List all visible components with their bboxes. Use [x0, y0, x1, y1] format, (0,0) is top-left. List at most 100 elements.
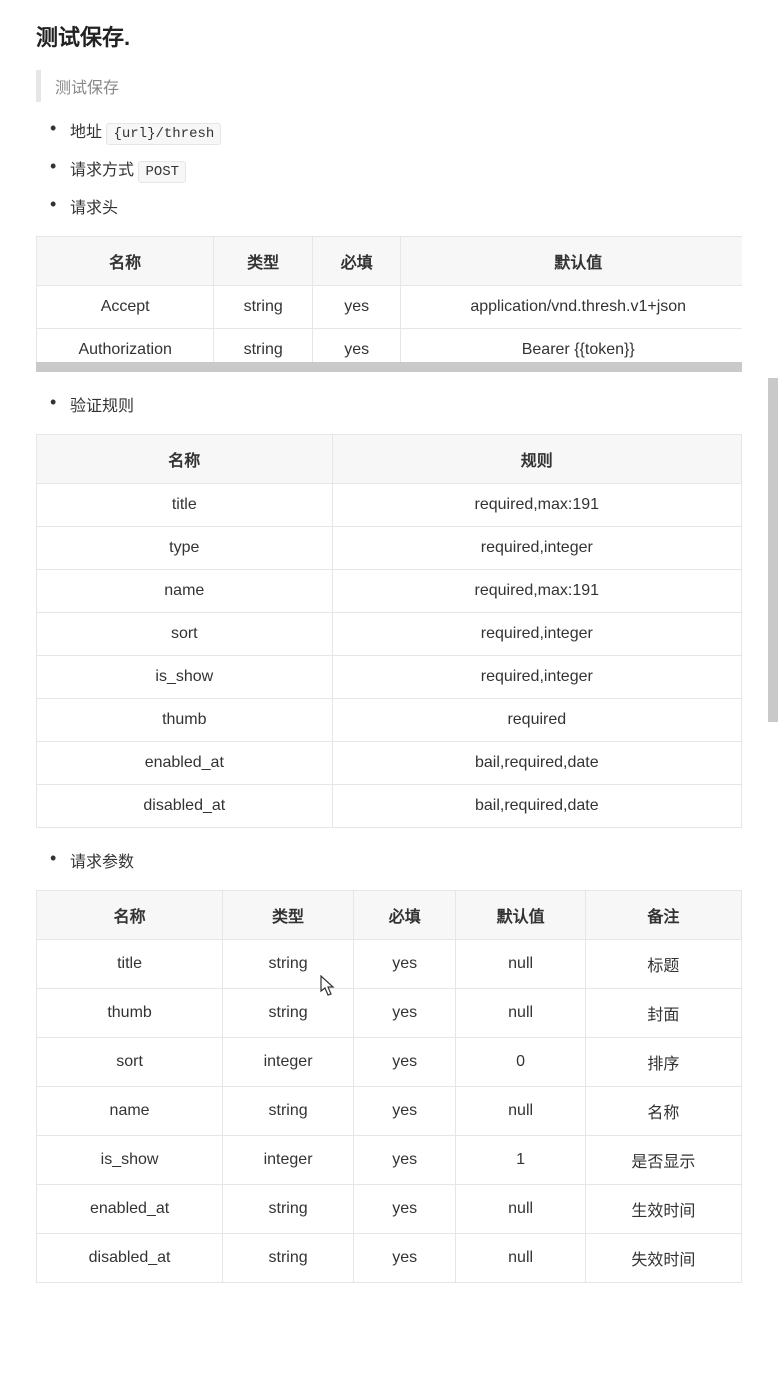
- meta-method-label: 请求方式: [70, 162, 134, 179]
- table-cell: required,integer: [332, 527, 741, 570]
- table-cell: Bearer {{token}}: [401, 329, 742, 372]
- table-cell: 封面: [585, 989, 741, 1038]
- table-cell: sort: [37, 1038, 223, 1087]
- table-cell: type: [37, 527, 333, 570]
- table-header-cell: 规则: [332, 435, 741, 484]
- meta-list-3: 请求参数: [36, 848, 742, 872]
- table-cell: title: [37, 484, 333, 527]
- page-quote: 测试保存: [36, 70, 742, 102]
- meta-method-code: POST: [138, 161, 186, 183]
- table-cell: yes: [353, 1234, 455, 1283]
- headers-table-wrap[interactable]: 名称类型必填默认值 Acceptstringyesapplication/vnd.…: [36, 236, 742, 372]
- table-cell: bail,required,date: [332, 742, 741, 785]
- table-cell: title: [37, 940, 223, 989]
- table-header-cell: 类型: [214, 237, 313, 286]
- table-cell: name: [37, 1087, 223, 1136]
- meta-address-code: {url}/thresh: [106, 123, 221, 145]
- table-row: titlerequired,max:191: [37, 484, 742, 527]
- table-cell: 0: [456, 1038, 585, 1087]
- table-cell: required,max:191: [332, 570, 741, 613]
- table-cell: thumb: [37, 989, 223, 1038]
- table-cell: 是否显示: [585, 1136, 741, 1185]
- table-cell: is_show: [37, 1136, 223, 1185]
- meta-rules-label: 验证规则: [70, 398, 134, 415]
- meta-headers: 请求头: [44, 194, 742, 218]
- table-cell: 1: [456, 1136, 585, 1185]
- table-cell: Accept: [37, 286, 214, 329]
- vertical-scrollbar-thumb[interactable]: [768, 378, 778, 722]
- table-row: is_showrequired,integer: [37, 656, 742, 699]
- table-header-cell: 默认值: [401, 237, 742, 286]
- table-row: disabled_atbail,required,date: [37, 785, 742, 828]
- table-cell: 生效时间: [585, 1185, 741, 1234]
- table-cell: 标题: [585, 940, 741, 989]
- table-cell: yes: [313, 329, 401, 372]
- meta-list-2: 验证规则: [36, 392, 742, 416]
- table-cell: yes: [353, 1136, 455, 1185]
- table-cell: integer: [223, 1136, 354, 1185]
- table-cell: application/vnd.thresh.v1+json: [401, 286, 742, 329]
- meta-params: 请求参数: [44, 848, 742, 872]
- meta-address-label: 地址: [70, 124, 102, 141]
- table-cell: yes: [353, 940, 455, 989]
- table-cell: 名称: [585, 1087, 741, 1136]
- table-cell: yes: [353, 989, 455, 1038]
- meta-address: 地址 {url}/thresh: [44, 118, 742, 142]
- table-cell: disabled_at: [37, 1234, 223, 1283]
- table-row: thumbrequired: [37, 699, 742, 742]
- table-cell: null: [456, 1185, 585, 1234]
- table-cell: sort: [37, 613, 333, 656]
- table-header-cell: 默认值: [456, 891, 585, 940]
- table-cell: string: [214, 286, 313, 329]
- table-cell: string: [223, 1185, 354, 1234]
- meta-rules: 验证规则: [44, 392, 742, 416]
- table-cell: thumb: [37, 699, 333, 742]
- table-row: namerequired,max:191: [37, 570, 742, 613]
- params-table-wrap: 名称类型必填默认值备注titlestringyesnull标题thumbstri…: [36, 890, 742, 1283]
- table-cell: string: [214, 329, 313, 372]
- table-row: enabled_atstringyesnull生效时间: [37, 1185, 742, 1234]
- table-row: enabled_atbail,required,date: [37, 742, 742, 785]
- table-cell: string: [223, 940, 354, 989]
- table-cell: yes: [313, 286, 401, 329]
- table-header-cell: 名称: [37, 435, 333, 484]
- table-cell: string: [223, 1087, 354, 1136]
- table-cell: string: [223, 1234, 354, 1283]
- table-cell: required,integer: [332, 656, 741, 699]
- table-cell: disabled_at: [37, 785, 333, 828]
- table-cell: string: [223, 989, 354, 1038]
- table-cell: enabled_at: [37, 742, 333, 785]
- headers-table: 名称类型必填默认值 Acceptstringyesapplication/vnd.…: [36, 236, 742, 372]
- meta-params-label: 请求参数: [70, 854, 134, 871]
- table-cell: null: [456, 989, 585, 1038]
- table-row: thumbstringyesnull封面: [37, 989, 742, 1038]
- table-cell: bail,required,date: [332, 785, 741, 828]
- table-cell: is_show: [37, 656, 333, 699]
- table-cell: integer: [223, 1038, 354, 1087]
- meta-method: 请求方式 POST: [44, 156, 742, 180]
- table-cell: yes: [353, 1038, 455, 1087]
- table-cell: Authorization: [37, 329, 214, 372]
- page-heading: 测试保存.: [36, 20, 742, 52]
- table-cell: yes: [353, 1185, 455, 1234]
- table-row: typerequired,integer: [37, 527, 742, 570]
- params-table: 名称类型必填默认值备注titlestringyesnull标题thumbstri…: [36, 890, 742, 1283]
- table-header-cell: 必填: [313, 237, 401, 286]
- table-row: sortrequired,integer: [37, 613, 742, 656]
- table-row: disabled_atstringyesnull失效时间: [37, 1234, 742, 1283]
- table-cell: 排序: [585, 1038, 741, 1087]
- table-header-cell: 名称: [37, 237, 214, 286]
- table-header-cell: 名称: [37, 891, 223, 940]
- table-row: is_showintegeryes1是否显示: [37, 1136, 742, 1185]
- table-row: namestringyesnull名称: [37, 1087, 742, 1136]
- table-cell: 失效时间: [585, 1234, 741, 1283]
- table-header-cell: 类型: [223, 891, 354, 940]
- rules-table-wrap: 名称规则titlerequired,max:191typerequired,in…: [36, 434, 742, 828]
- table-cell: name: [37, 570, 333, 613]
- table-row: titlestringyesnull标题: [37, 940, 742, 989]
- table-cell: required,integer: [332, 613, 741, 656]
- table-row: sortintegeryes0排序: [37, 1038, 742, 1087]
- table-cell: required,max:191: [332, 484, 741, 527]
- meta-list: 地址 {url}/thresh 请求方式 POST 请求头: [36, 118, 742, 218]
- table-cell: null: [456, 1234, 585, 1283]
